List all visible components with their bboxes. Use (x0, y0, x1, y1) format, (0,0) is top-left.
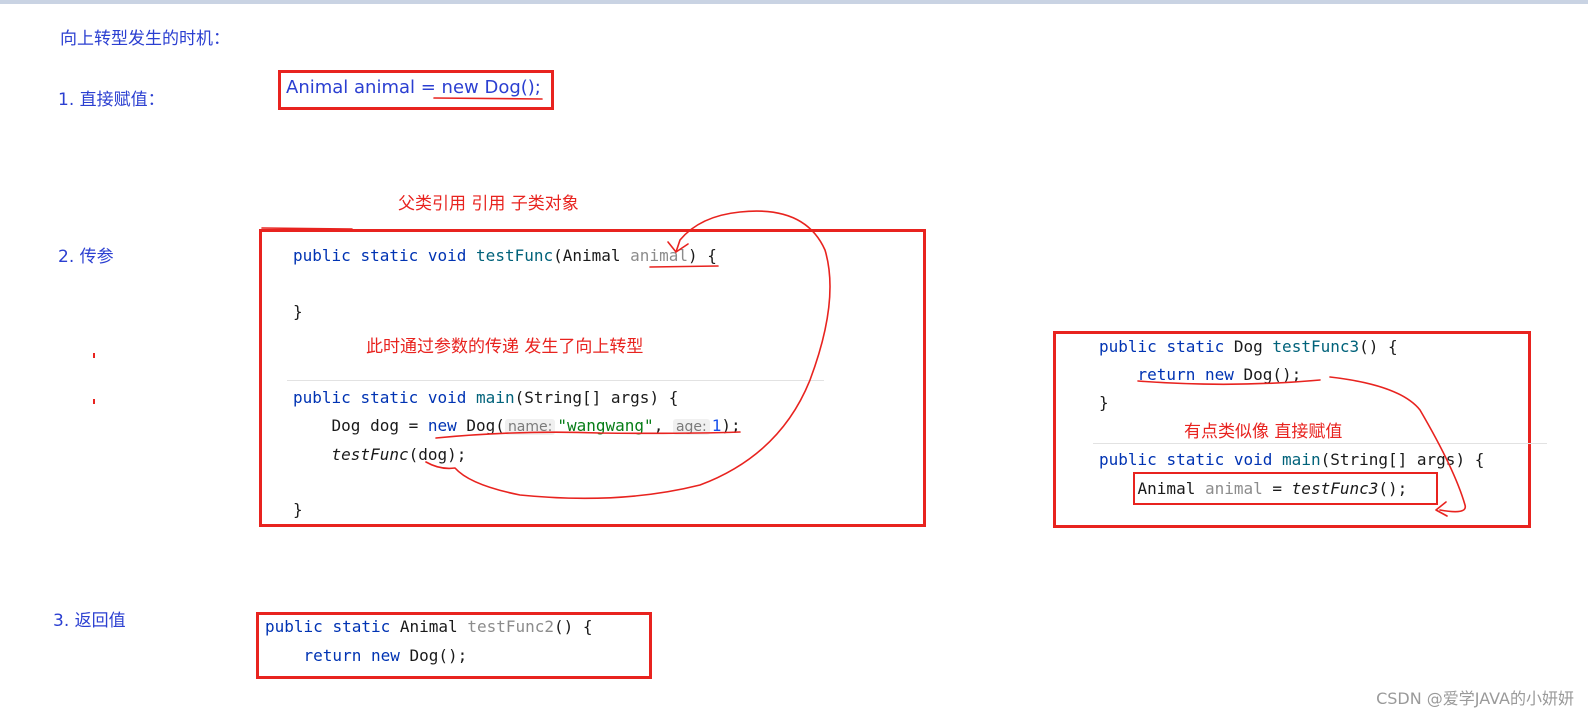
code-line-assign-call: Animal animal = testFunc3(); (1099, 479, 1408, 498)
call-args: (dog); (408, 445, 467, 464)
section-2-label: 2. 传参 (58, 247, 114, 267)
annotation-upcast: 此时通过参数的传递 发生了向上转型 (366, 337, 644, 357)
kw-public: public (1099, 337, 1157, 356)
return-type: Animal (399, 617, 458, 636)
annotation-parent-ref: 父类引用 引用 子类对象 (398, 194, 579, 214)
kw-public: public (293, 388, 351, 407)
kw-return: return (303, 646, 362, 665)
direct-assign-code: Animal animal = new Dog(); (286, 77, 541, 98)
return-dog: Dog(); (399, 646, 468, 665)
kw-static: static (360, 246, 419, 265)
call-end: (); (1378, 479, 1408, 498)
top-border (0, 0, 1588, 4)
code-separator (287, 380, 824, 381)
param-name: animal (630, 246, 688, 265)
kw-public: public (293, 246, 351, 265)
var-type: Animal (1137, 479, 1205, 498)
ctor-end: ); (721, 416, 741, 435)
code-line-main-right: public static void main(String[] args) { (1099, 450, 1484, 469)
red-tick-mark (93, 399, 95, 404)
main-args: (String[] args) { (514, 388, 679, 407)
kw-void: void (427, 246, 467, 265)
code-line-close1: } (293, 302, 303, 321)
fn-main: main (1282, 450, 1321, 469)
fn-testfunc: testFunc (476, 246, 554, 265)
param-type: (Animal (553, 246, 631, 265)
number-age: 1 (711, 416, 722, 435)
kw-void: void (427, 388, 467, 407)
code-line-testfunc3: public static Dog testFunc3() { (1099, 337, 1398, 356)
code-line-testfunc: public static void testFunc(Animal anima… (293, 246, 717, 265)
code-line-call: testFunc(dog); (293, 445, 467, 464)
comma: , (653, 416, 673, 435)
kw-new: new (370, 646, 400, 665)
hint-name: name: (504, 419, 556, 435)
red-tick-mark (93, 353, 95, 358)
code-line-return-dog: return new Dog(); (1099, 365, 1302, 384)
kw-new: new (427, 416, 457, 435)
code-line-new-dog: Dog dog = new Dog(name: "wangwang", age: 1… (293, 416, 741, 435)
dog-ctor: Dog( (456, 416, 505, 435)
page-heading: 向上转型发生的时机： (60, 29, 230, 49)
code-line-close3: } (1099, 393, 1109, 412)
kw-new: new (1204, 365, 1234, 384)
section-1-label: 1. 直接赋值： (58, 90, 165, 110)
kw-public: public (1099, 450, 1157, 469)
code-separator-right (1093, 443, 1547, 444)
kw-static: static (1166, 337, 1225, 356)
code-line-return: return new Dog(); (265, 646, 468, 665)
assign-op: = (1262, 479, 1292, 498)
line-end: () { (554, 617, 593, 636)
fn-main: main (476, 388, 515, 407)
csdn-watermark: CSDN @爱学JAVA的小妍妍 (1376, 689, 1574, 708)
string-wangwang: "wangwang" (557, 416, 654, 435)
return-dog: Dog(); (1233, 365, 1302, 384)
fn-testfunc3: testFunc3 (1272, 337, 1360, 356)
line-end: ) { (687, 246, 717, 265)
annotation-similar: 有点类似像 直接赋值 (1184, 422, 1343, 442)
code-line-main: public static void main(String[] args) { (293, 388, 678, 407)
line-end: () { (1359, 337, 1398, 356)
kw-return: return (1137, 365, 1196, 384)
param-passing-box (259, 229, 926, 527)
fn-testfunc2: testFunc2 (467, 617, 555, 636)
main-args: (String[] args) { (1320, 450, 1485, 469)
kw-static: static (1166, 450, 1225, 469)
call-testfunc: testFunc (331, 445, 409, 464)
return-type: Dog (1233, 337, 1263, 356)
kw-static: static (360, 388, 419, 407)
code-line-close2: } (293, 500, 303, 519)
kw-static: static (332, 617, 391, 636)
code-line-testfunc2: public static Animal testFunc2() { (265, 617, 593, 636)
call-testfunc3: testFunc3 (1291, 479, 1379, 498)
dog-decl: Dog dog = (293, 416, 428, 435)
hint-age: age: (672, 419, 710, 435)
kw-public: public (265, 617, 323, 636)
var-name: animal (1204, 479, 1263, 498)
kw-void: void (1233, 450, 1273, 469)
section-3-label: 3. 返回值 (53, 611, 126, 631)
